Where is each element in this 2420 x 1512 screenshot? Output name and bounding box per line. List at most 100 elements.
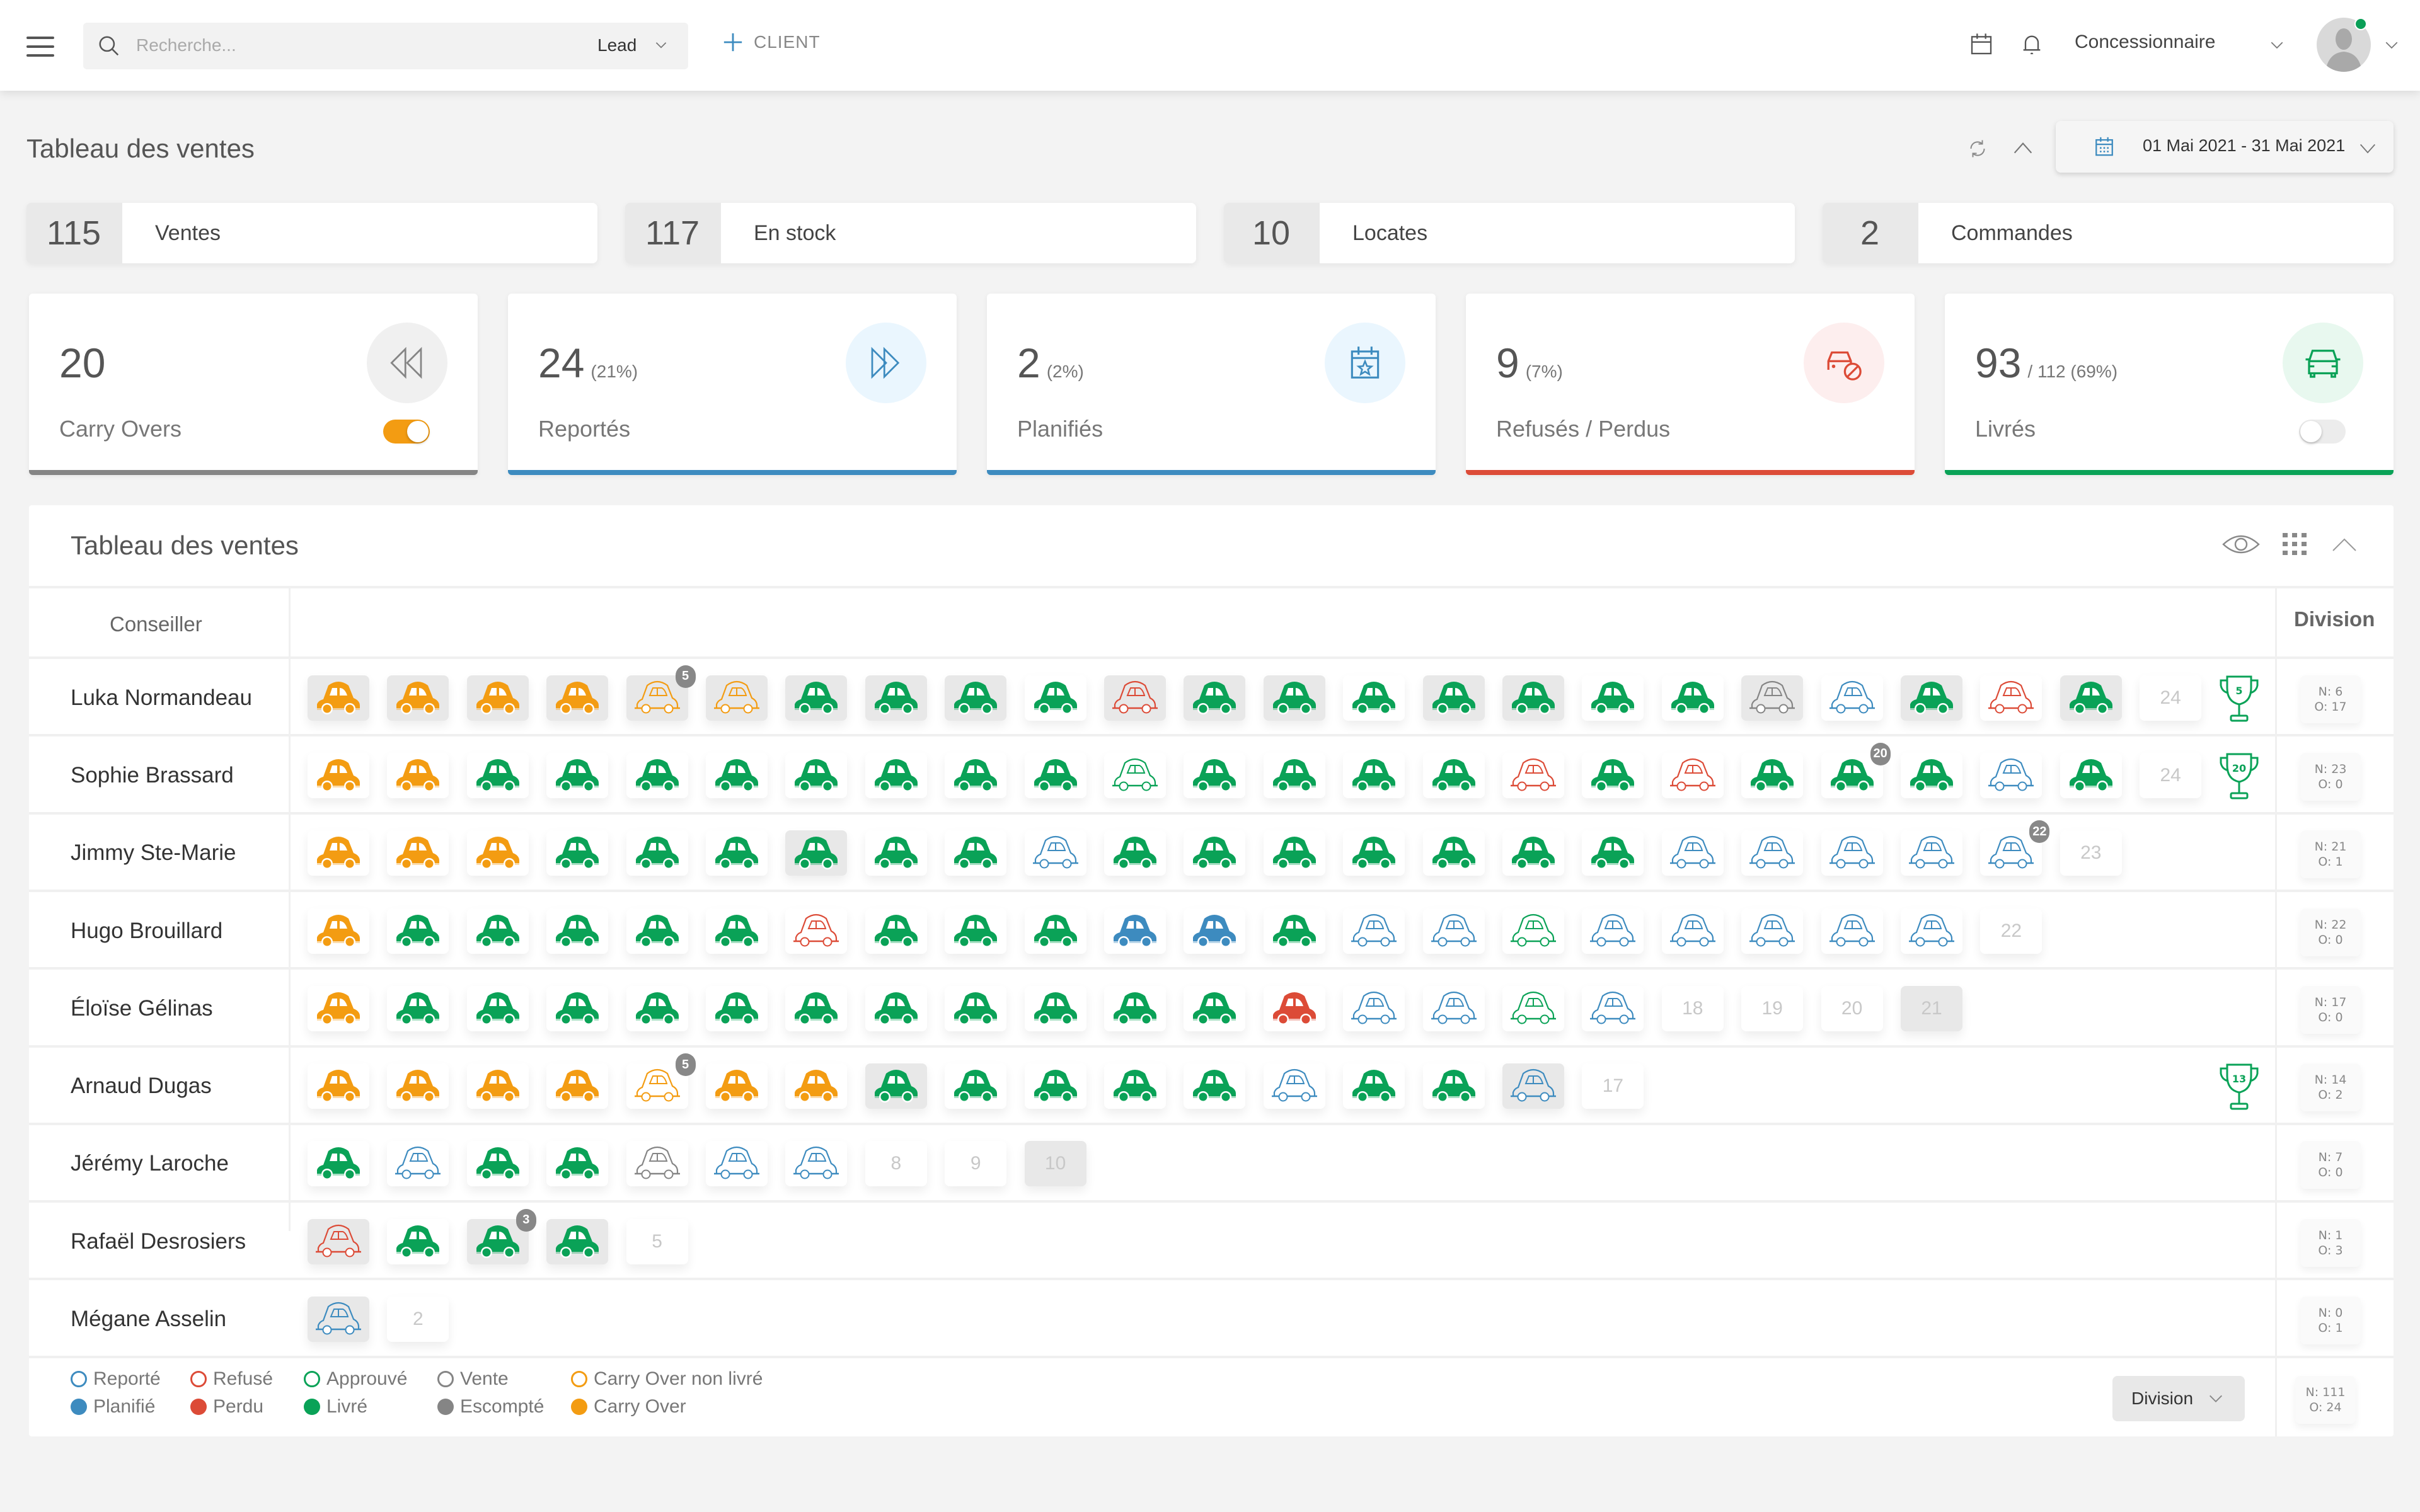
sale-cell[interactable] [1901,675,1962,721]
collapse-icon[interactable] [2331,533,2358,556]
sale-cell[interactable] [785,675,848,721]
sale-cell[interactable] [1184,1063,1246,1109]
refresh-icon[interactable] [1966,137,1989,160]
sale-cell[interactable] [1422,985,1485,1031]
sale-cell[interactable]: 5 [626,1053,696,1109]
sale-cell[interactable] [1184,675,1246,721]
empty-slot[interactable]: 22 [1980,908,2043,954]
sale-cell[interactable] [308,1063,369,1109]
sale-cell[interactable] [865,752,927,798]
sale-cell[interactable] [546,1063,609,1109]
sale-cell[interactable] [1901,830,1962,876]
sale-cell[interactable] [1024,908,1086,954]
sale-cell[interactable] [1741,830,1804,876]
sale-cell[interactable] [865,908,927,954]
sale-cell[interactable] [1184,830,1246,876]
sale-cell[interactable] [387,830,449,876]
sale-cell[interactable] [387,752,449,798]
sale-cell[interactable] [945,985,1007,1031]
sale-cell[interactable] [1343,830,1405,876]
sale-cell[interactable] [1582,830,1644,876]
sale-cell[interactable] [1263,752,1325,798]
sale-cell[interactable] [466,675,529,721]
kpi-card-livrés[interactable]: 93 / 112 (69%) Livrés [1945,294,2394,475]
advisor-name[interactable]: Arnaud Dugas [71,1074,212,1099]
stat-card-commandes[interactable]: 2 Commandes [1823,203,2394,263]
sale-cell[interactable] [546,752,609,798]
sale-cell[interactable] [1741,752,1804,798]
kpi-card-refusés-perdus[interactable]: 9 (7%) Refusés / Perdus [1466,294,1915,475]
sale-cell[interactable] [1422,752,1485,798]
sale-cell[interactable] [1502,752,1564,798]
sale-cell[interactable] [1502,908,1564,954]
empty-slot[interactable]: 20 [1821,985,1883,1031]
sale-cell[interactable] [945,908,1007,954]
sale-cell[interactable] [1741,908,1804,954]
menu-icon[interactable] [25,35,55,58]
sale-cell[interactable] [626,1141,688,1187]
sale-cell[interactable]: 3 [466,1208,536,1264]
sale-cell[interactable] [1184,752,1246,798]
sale-cell[interactable] [706,830,768,876]
stat-card-locates[interactable]: 10 Locates [1224,203,1795,263]
stat-card-en-stock[interactable]: 117 En stock [625,203,1196,263]
sale-cell[interactable] [308,1141,369,1187]
kpi-card-planifiés[interactable]: 2 (2%) Planifiés [987,294,1436,475]
sale-cell[interactable] [387,1063,449,1109]
empty-slot[interactable]: 23 [2060,830,2122,876]
sale-cell[interactable] [706,985,768,1031]
advisor-name[interactable]: Rafaël Desrosiers [71,1229,246,1254]
sale-cell[interactable] [1661,752,1724,798]
sale-cell[interactable] [1661,908,1724,954]
sale-cell[interactable] [308,752,369,798]
sale-cell[interactable] [2060,752,2122,798]
sale-cell[interactable] [546,1141,609,1187]
chevron-down-icon[interactable] [2382,35,2401,54]
collapse-icon[interactable] [2010,136,2036,161]
advisor-name[interactable]: Mégane Asselin [71,1307,226,1332]
empty-slot[interactable]: 2 [387,1297,449,1343]
sale-cell[interactable] [945,830,1007,876]
sale-cell[interactable] [466,1141,529,1187]
sale-cell[interactable] [466,985,529,1031]
sale-cell[interactable]: 20 [1821,742,1891,798]
empty-slot[interactable]: 24 [2140,752,2202,798]
kpi-card-carry-overs[interactable]: 20 Carry Overs [29,294,478,475]
eye-icon[interactable] [2222,532,2260,557]
empty-slot[interactable]: 24 [2140,675,2202,721]
sale-cell[interactable] [626,830,688,876]
sale-cell[interactable] [1502,985,1564,1031]
sale-cell[interactable] [1901,908,1962,954]
sale-cell[interactable] [1582,908,1644,954]
sale-cell[interactable] [308,675,369,721]
sale-cell[interactable] [706,752,768,798]
bell-icon[interactable] [2019,32,2044,58]
sale-cell[interactable] [546,908,609,954]
sale-cell[interactable] [1502,1063,1564,1109]
sale-cell[interactable] [785,1141,848,1187]
sale-cell[interactable] [387,675,449,721]
sale-cell[interactable] [466,1063,529,1109]
empty-slot[interactable]: 8 [865,1141,927,1187]
sale-cell[interactable] [945,752,1007,798]
sale-cell[interactable] [1901,752,1962,798]
advisor-name[interactable]: Éloïse Gélinas [71,996,213,1021]
sale-cell[interactable] [466,830,529,876]
sale-cell[interactable] [1582,675,1644,721]
empty-slot[interactable]: 5 [626,1218,688,1264]
kpi-card-reportés[interactable]: 24 (21%) Reportés [508,294,957,475]
dealer-select[interactable]: Concessionnaire [2075,32,2215,53]
sale-cell[interactable] [865,1063,927,1109]
sale-cell[interactable] [1821,675,1883,721]
empty-slot[interactable]: 9 [945,1141,1007,1187]
sale-cell[interactable] [1343,752,1405,798]
sale-cell[interactable] [706,1063,768,1109]
calendar-icon[interactable] [1969,32,1994,57]
sale-cell[interactable] [1422,675,1485,721]
toggle-switch[interactable] [383,420,430,444]
sale-cell[interactable] [1741,675,1804,721]
sale-cell[interactable] [1661,675,1724,721]
sale-cell[interactable] [785,985,848,1031]
add-client-button[interactable]: CLIENT [722,32,821,53]
sale-cell[interactable] [1582,752,1644,798]
